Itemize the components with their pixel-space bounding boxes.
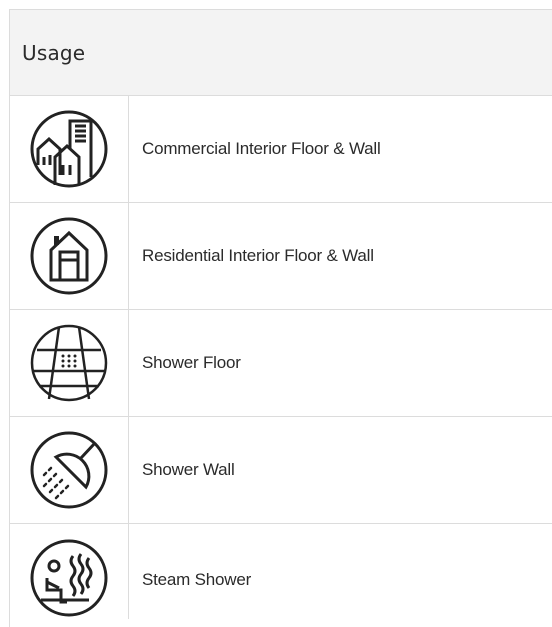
commercial-buildings-icon — [30, 110, 108, 188]
icon-cell — [10, 203, 129, 309]
usage-label: Commercial Interior Floor & Wall — [142, 139, 381, 158]
steam-shower-icon — [30, 539, 108, 617]
table-header: Usage — [10, 10, 552, 96]
usage-label: Residential Interior Floor & Wall — [142, 246, 374, 265]
icon-cell — [10, 524, 129, 619]
table-row: Shower Floor — [10, 310, 552, 417]
table-row: Residential Interior Floor & Wall — [10, 203, 552, 310]
header-title: Usage — [22, 40, 86, 65]
residential-house-icon — [30, 217, 108, 295]
usage-table: Usage Commercial Interior Floor & Wall R… — [9, 9, 552, 627]
shower-floor-icon — [30, 324, 108, 402]
table-row: Steam Shower — [10, 524, 552, 619]
table-row: Commercial Interior Floor & Wall — [10, 96, 552, 203]
usage-label: Shower Wall — [142, 460, 235, 479]
shower-head-icon — [30, 431, 108, 509]
icon-cell — [10, 417, 129, 523]
usage-label: Shower Floor — [142, 353, 241, 372]
icon-cell — [10, 310, 129, 416]
usage-label: Steam Shower — [142, 570, 252, 589]
icon-cell — [10, 96, 129, 202]
table-row: Shower Wall — [10, 417, 552, 524]
